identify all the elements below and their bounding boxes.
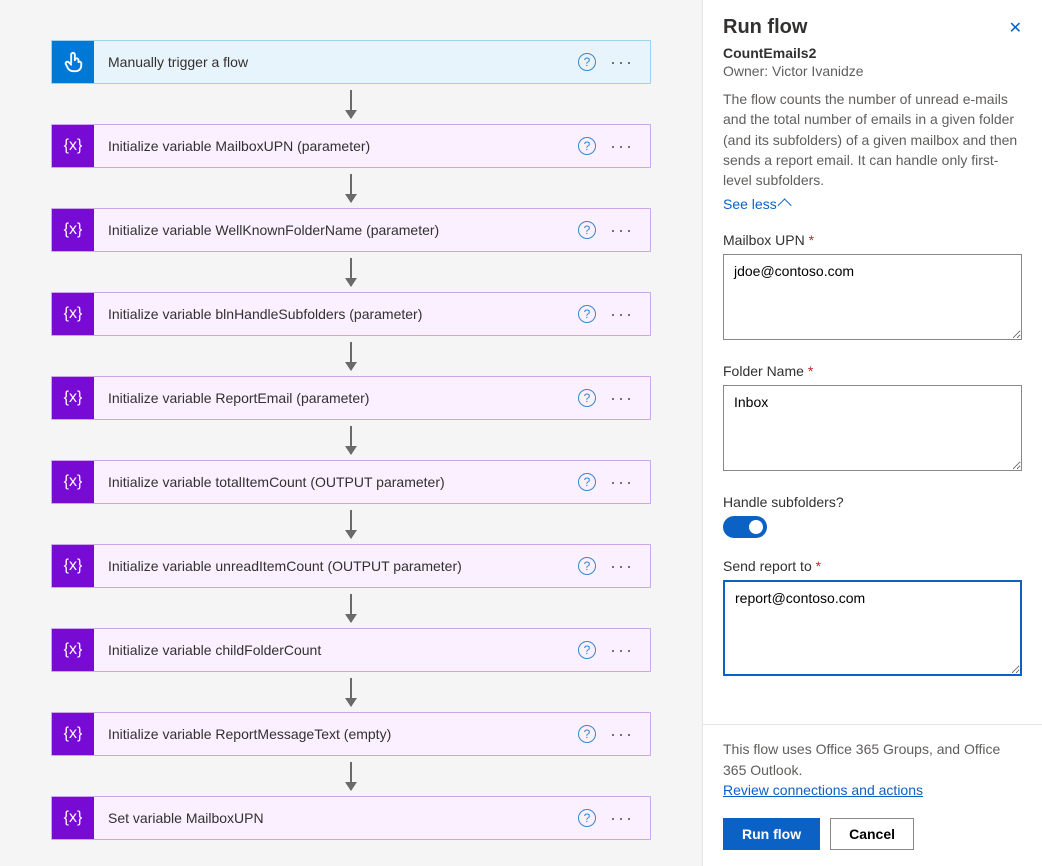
mailbox-upn-label: Mailbox UPN *	[723, 232, 1022, 248]
variable-icon: {x}	[52, 713, 94, 755]
run-flow-button[interactable]: Run flow	[723, 818, 820, 850]
panel-heading-text: Run flow	[723, 16, 807, 39]
mailbox-upn-input[interactable]: jdoe@contoso.com	[723, 254, 1022, 340]
folder-name-field: Folder Name * Inbox	[723, 363, 1022, 474]
flow-step-card[interactable]: {x} Set variable MailboxUPN ? ···	[51, 796, 651, 840]
help-icon[interactable]: ?	[578, 557, 596, 575]
toggle-knob	[749, 520, 763, 534]
flow-trigger-card[interactable]: Manually trigger a flow ? ···	[51, 40, 651, 84]
help-icon[interactable]: ?	[578, 809, 596, 827]
arrow-icon	[350, 258, 352, 286]
flow-name-label: CountEmails2	[723, 45, 1022, 61]
handle-subfolders-field: Handle subfolders?	[723, 494, 1022, 538]
panel-body: Run flow ✕ CountEmails2 Owner: Victor Iv…	[703, 0, 1042, 724]
step-title: Initialize variable ReportMessageText (e…	[94, 726, 578, 742]
step-title: Initialize variable totalItemCount (OUTP…	[94, 474, 578, 490]
variable-icon: {x}	[52, 461, 94, 503]
connectors-used-text: This flow uses Office 365 Groups, and Of…	[723, 739, 1022, 780]
handle-subfolders-toggle[interactable]	[723, 516, 767, 538]
flow-description: The flow counts the number of unread e-m…	[723, 89, 1022, 190]
help-icon[interactable]: ?	[578, 389, 596, 407]
flow-column: Manually trigger a flow ? ··· {x} Initia…	[0, 40, 702, 840]
owner-label: Owner: Victor Ivanidze	[723, 63, 1022, 79]
flow-canvas: Manually trigger a flow ? ··· {x} Initia…	[0, 0, 702, 866]
button-row: Run flow Cancel	[723, 818, 1022, 850]
more-icon[interactable]: ···	[610, 563, 634, 569]
cancel-button[interactable]: Cancel	[830, 818, 914, 850]
help-icon[interactable]: ?	[578, 137, 596, 155]
step-title: Set variable MailboxUPN	[94, 810, 578, 826]
arrow-icon	[350, 174, 352, 202]
chevron-up-icon	[777, 199, 791, 213]
flow-step-card[interactable]: {x} Initialize variable childFolderCount…	[51, 628, 651, 672]
arrow-icon	[350, 678, 352, 706]
flow-step-card[interactable]: {x} Initialize variable WellKnownFolderN…	[51, 208, 651, 252]
more-icon[interactable]: ···	[610, 59, 634, 65]
help-icon[interactable]: ?	[578, 221, 596, 239]
review-connections-link[interactable]: Review connections and actions	[723, 782, 923, 798]
more-icon[interactable]: ···	[610, 647, 634, 653]
arrow-icon	[350, 510, 352, 538]
more-icon[interactable]: ···	[610, 479, 634, 485]
run-flow-panel: Run flow ✕ CountEmails2 Owner: Victor Iv…	[702, 0, 1042, 866]
arrow-icon	[350, 762, 352, 790]
step-title: Initialize variable WellKnownFolderName …	[94, 222, 578, 238]
variable-icon: {x}	[52, 797, 94, 839]
flow-step-card[interactable]: {x} Initialize variable unreadItemCount …	[51, 544, 651, 588]
help-icon[interactable]: ?	[578, 641, 596, 659]
more-icon[interactable]: ···	[610, 815, 634, 821]
mailbox-upn-field: Mailbox UPN * jdoe@contoso.com	[723, 232, 1022, 343]
step-title: Initialize variable MailboxUPN (paramete…	[94, 138, 578, 154]
send-report-to-field: Send report to * report@contoso.com	[723, 558, 1022, 679]
see-less-link[interactable]: See less	[723, 196, 791, 212]
more-icon[interactable]: ···	[610, 395, 634, 401]
trigger-title: Manually trigger a flow	[94, 54, 578, 70]
more-icon[interactable]: ···	[610, 227, 634, 233]
arrow-icon	[350, 426, 352, 454]
flow-step-card[interactable]: {x} Initialize variable totalItemCount (…	[51, 460, 651, 504]
variable-icon: {x}	[52, 629, 94, 671]
step-title: Initialize variable blnHandleSubfolders …	[94, 306, 578, 322]
help-icon[interactable]: ?	[578, 725, 596, 743]
arrow-icon	[350, 594, 352, 622]
panel-footer: This flow uses Office 365 Groups, and Of…	[703, 724, 1042, 866]
arrow-icon	[350, 90, 352, 118]
close-icon[interactable]: ✕	[1009, 18, 1022, 38]
help-icon[interactable]: ?	[578, 473, 596, 491]
variable-icon: {x}	[52, 209, 94, 251]
step-title: Initialize variable childFolderCount	[94, 642, 578, 658]
flow-step-card[interactable]: {x} Initialize variable blnHandleSubfold…	[51, 292, 651, 336]
step-title: Initialize variable ReportEmail (paramet…	[94, 390, 578, 406]
see-less-text: See less	[723, 196, 777, 212]
arrow-icon	[350, 342, 352, 370]
panel-heading: Run flow ✕	[723, 16, 1022, 39]
folder-name-label: Folder Name *	[723, 363, 1022, 379]
more-icon[interactable]: ···	[610, 311, 634, 317]
variable-icon: {x}	[52, 377, 94, 419]
send-report-to-input[interactable]: report@contoso.com	[723, 580, 1022, 676]
help-icon[interactable]: ?	[578, 53, 596, 71]
manual-trigger-icon	[52, 41, 94, 83]
flow-step-card[interactable]: {x} Initialize variable ReportEmail (par…	[51, 376, 651, 420]
more-icon[interactable]: ···	[610, 731, 634, 737]
folder-name-input[interactable]: Inbox	[723, 385, 1022, 471]
help-icon[interactable]: ?	[578, 305, 596, 323]
send-report-to-label: Send report to *	[723, 558, 1022, 574]
handle-subfolders-label: Handle subfolders?	[723, 494, 1022, 510]
variable-icon: {x}	[52, 125, 94, 167]
step-title: Initialize variable unreadItemCount (OUT…	[94, 558, 578, 574]
flow-step-card[interactable]: {x} Initialize variable MailboxUPN (para…	[51, 124, 651, 168]
flow-step-card[interactable]: {x} Initialize variable ReportMessageTex…	[51, 712, 651, 756]
more-icon[interactable]: ···	[610, 143, 634, 149]
variable-icon: {x}	[52, 545, 94, 587]
variable-icon: {x}	[52, 293, 94, 335]
